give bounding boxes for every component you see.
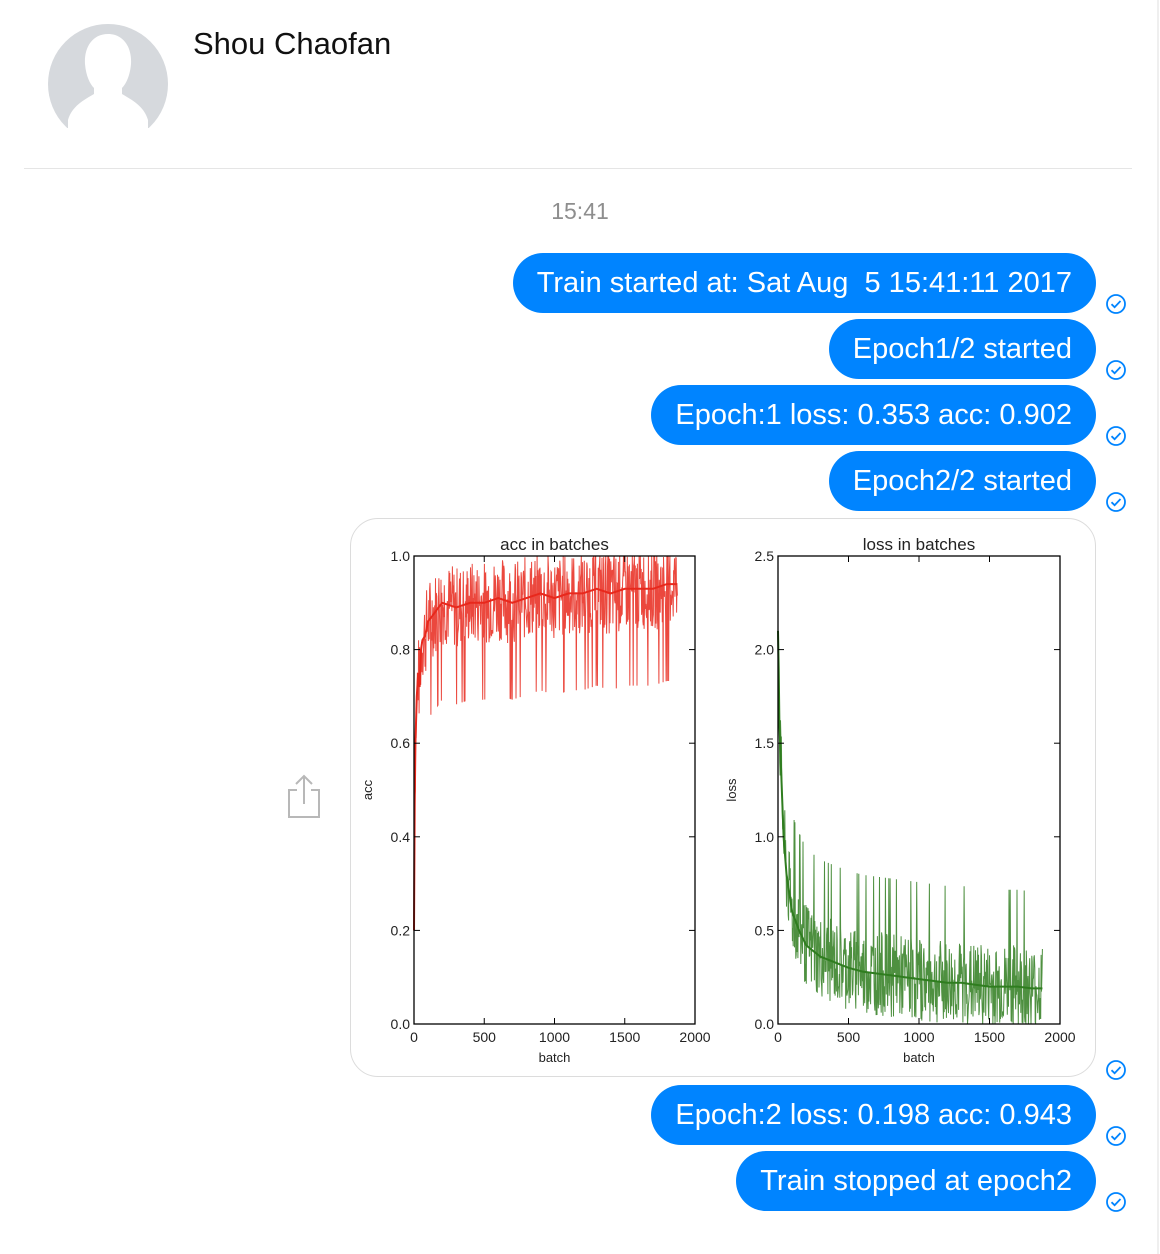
message-bubble[interactable]: Epoch2/2 started [828, 451, 1096, 511]
y-tick-label: 0.4 [391, 829, 411, 845]
pane-border [1157, 0, 1159, 1254]
y-tick-label: 1.5 [755, 735, 775, 751]
image-message[interactable]: acc in batches 0.0 0.2 0.4 0.6 0.8 1.0 0 500 1000… [350, 518, 1096, 1077]
avatar[interactable] [48, 24, 168, 128]
message-bubble[interactable]: Train started at: Sat Aug 5 15:41:11 201… [512, 253, 1096, 313]
delivered-check-icon [1106, 1060, 1126, 1080]
y-tick-label: 2.0 [755, 642, 775, 658]
y-axis-label: acc [360, 779, 375, 800]
delivered-check-icon [1106, 1192, 1126, 1212]
y-tick-label: 0.2 [391, 922, 411, 938]
message-bubble[interactable]: Epoch:2 loss: 0.198 acc: 0.943 [651, 1085, 1096, 1145]
y-tick-label: 0.0 [755, 1016, 775, 1032]
series-line-noisy [413, 555, 678, 932]
message-timestamp: 15:41 [551, 198, 609, 224]
x-tick-label: 1000 [539, 1029, 570, 1045]
y-tick-label: 1.0 [755, 829, 775, 845]
x-tick-label: 2000 [1044, 1029, 1075, 1045]
y-axis-label: loss [724, 778, 739, 802]
training-charts: acc in batches 0.0 0.2 0.4 0.6 0.8 1.0 0 500 1000… [360, 535, 1076, 1065]
y-tick-label: 0.8 [391, 642, 411, 658]
y-tick-label: 0.5 [755, 922, 775, 938]
x-axis-label: batch [903, 1050, 935, 1065]
delivered-check-icon [1106, 360, 1126, 380]
header-divider [24, 168, 1132, 169]
x-tick-label: 2000 [679, 1029, 710, 1045]
delivered-check-icon [1106, 294, 1126, 314]
delivered-check-icon [1106, 426, 1126, 446]
x-tick-label: 0 [774, 1029, 782, 1045]
chart-title: acc in batches [500, 535, 609, 554]
series-line-noisy [777, 665, 1043, 1025]
message-bubble[interactable]: Train stopped at epoch2 [736, 1151, 1096, 1211]
y-tick-label: 2.5 [755, 548, 775, 564]
x-tick-label: 0 [410, 1029, 418, 1045]
x-tick-label: 1500 [609, 1029, 640, 1045]
y-tick-label: 0.0 [391, 1016, 411, 1032]
x-tick-label: 1000 [903, 1029, 934, 1045]
delivered-check-icon [1106, 492, 1126, 512]
y-tick-label: 0.6 [391, 735, 411, 751]
contact-name: Shou Chaofan [193, 26, 392, 61]
message-bubble[interactable]: Epoch:1 loss: 0.353 acc: 0.902 [651, 385, 1096, 445]
chart-1: loss in batches 0.0 0.5 1.0 1.5 2.0 2.5 0 500 100… [724, 535, 1076, 1065]
x-tick-label: 500 [473, 1029, 497, 1045]
x-tick-label: 500 [837, 1029, 861, 1045]
share-icon[interactable] [284, 772, 324, 820]
y-tick-label: 1.0 [391, 548, 411, 564]
x-axis-label: batch [539, 1050, 571, 1065]
chart-0: acc in batches 0.0 0.2 0.4 0.6 0.8 1.0 0 500 1000… [360, 535, 711, 1065]
message-bubble[interactable]: Epoch1/2 started [828, 319, 1096, 379]
chart-title: loss in batches [863, 535, 975, 554]
delivered-check-icon [1106, 1126, 1126, 1146]
x-tick-label: 1500 [974, 1029, 1005, 1045]
